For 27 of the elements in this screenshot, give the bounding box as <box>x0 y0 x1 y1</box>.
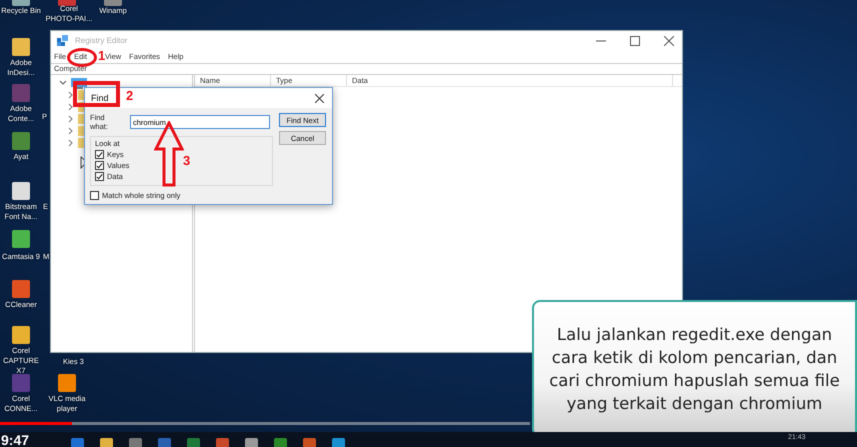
registry-icon <box>57 34 69 46</box>
taskbar-icon[interactable] <box>71 438 84 447</box>
step-number: 1 <box>98 49 106 62</box>
checkbox[interactable] <box>95 172 104 181</box>
taskbar-icon[interactable] <box>303 438 316 447</box>
step-number: 3 <box>183 154 190 167</box>
checkbox[interactable] <box>95 161 104 170</box>
checkbox[interactable] <box>95 150 104 159</box>
video-progress-track[interactable] <box>0 422 530 425</box>
collapse-icon[interactable] <box>59 79 67 87</box>
maximize-icon[interactable] <box>630 36 640 46</box>
highlight-frame <box>73 81 120 107</box>
taskbar-icon[interactable] <box>332 438 345 447</box>
close-icon[interactable] <box>315 94 324 102</box>
highlight-ellipse <box>67 48 97 67</box>
checkbox[interactable] <box>90 191 99 200</box>
taskbar-icon[interactable] <box>100 438 113 447</box>
taskbar-icon[interactable] <box>216 438 229 447</box>
taskbar-icon[interactable] <box>129 438 142 447</box>
dialog-title: Find <box>91 93 109 103</box>
step-number: 2 <box>126 89 134 102</box>
taskbar-icon[interactable] <box>245 438 258 447</box>
window-title: Registry Editor <box>75 36 128 45</box>
close-icon[interactable] <box>664 36 674 46</box>
video-time: 9:47 <box>0 432 30 447</box>
caption-text: Lalu jalankan regedit.exe dengan cara ketik di kolom pencarian, dan cari chromium hapuslah semua file yang terkait dengan chromium <box>548 324 841 414</box>
taskbar-icon[interactable] <box>274 438 287 447</box>
